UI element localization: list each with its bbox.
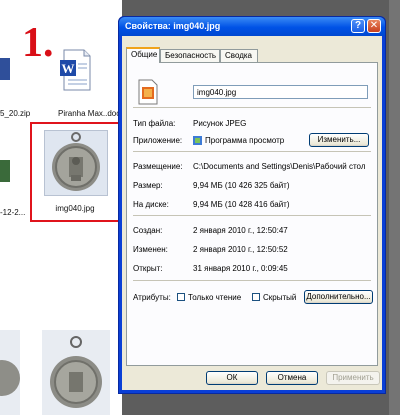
step-marker: 1.: [22, 20, 54, 66]
modified-value: 2 января 2010 г., 12:50:52: [193, 245, 288, 254]
ok-button[interactable]: ОК: [206, 371, 258, 385]
attributes-label: Атрибуты:: [133, 293, 171, 302]
separator: [133, 151, 371, 152]
file-label-doc[interactable]: Piranha Max..doc: [58, 109, 120, 118]
location-label: Размещение:: [133, 162, 183, 171]
hidden-checkbox[interactable]: [252, 293, 260, 301]
opened-value: 31 января 2010 г., 0:09:45: [193, 264, 288, 273]
tab-general[interactable]: Общие: [126, 47, 160, 63]
selected-file-item[interactable]: img040.jpg: [30, 122, 120, 222]
advanced-button[interactable]: Дополнительно...: [304, 290, 373, 304]
file-label-zip[interactable]: 5_20.zip: [0, 109, 30, 118]
separator: [133, 215, 371, 216]
created-value: 2 января 2010 г., 12:50:47: [193, 226, 288, 235]
image-thumbnail: [44, 130, 108, 196]
explorer-window: 5_20.zip 1. W Piranha Max..doc -12-2... …: [0, 0, 122, 415]
separator: [133, 280, 371, 281]
readonly-label[interactable]: Только чтение: [188, 293, 241, 302]
coin-image-icon: [52, 132, 100, 191]
close-button[interactable]: ✕: [367, 19, 381, 33]
file-name-field[interactable]: img040.jpg: [193, 85, 368, 99]
help-button[interactable]: ?: [351, 19, 365, 33]
bottom-thumbnails: [0, 330, 110, 415]
selected-file-label[interactable]: img040.jpg: [32, 204, 118, 213]
properties-dialog: Свойства: img040.jpg ? ✕ Общие Безопасно…: [118, 16, 386, 394]
tab-security[interactable]: Безопасность: [160, 49, 220, 62]
dialog-client: Общие Безопасность Сводка img040.jpg Тип…: [122, 36, 382, 390]
jpeg-file-icon: [138, 79, 158, 105]
general-panel: img040.jpg Тип файла: Рисунок JPEG Прило…: [126, 62, 378, 366]
location-value: C:\Documents and Settings\Denis\Рабочий …: [193, 162, 366, 171]
word-doc-icon[interactable]: W: [58, 48, 94, 92]
type-value: Рисунок JPEG: [193, 119, 247, 128]
app-value: Программа просмотр: [205, 136, 285, 145]
type-label: Тип файла:: [133, 119, 176, 128]
file-label-partial[interactable]: -12-2...: [0, 208, 25, 217]
size-label: Размер:: [133, 181, 163, 190]
file-icon-partial[interactable]: [0, 160, 10, 182]
tab-summary[interactable]: Сводка: [220, 49, 258, 62]
dialog-title: Свойства: img040.jpg: [125, 21, 221, 31]
separator: [133, 107, 371, 108]
modified-label: Изменен:: [133, 245, 168, 254]
opened-label: Открыт:: [133, 264, 163, 273]
cancel-button[interactable]: Отмена: [266, 371, 318, 385]
disk-size-value: 9,94 МБ (10 428 416 байт): [193, 200, 290, 209]
created-label: Создан:: [133, 226, 163, 235]
size-value: 9,94 МБ (10 426 325 байт): [193, 181, 290, 190]
viewer-app-icon: [193, 136, 202, 145]
file-icon-zip[interactable]: [0, 58, 10, 80]
hidden-label[interactable]: Скрытый: [263, 293, 296, 302]
apply-button[interactable]: Применить: [326, 371, 380, 385]
change-app-button[interactable]: Изменить...: [309, 133, 369, 147]
disk-size-label: На диске:: [133, 200, 169, 209]
app-label: Приложение:: [133, 136, 183, 145]
background-strip: [389, 0, 400, 415]
svg-text:W: W: [62, 61, 75, 76]
readonly-checkbox[interactable]: [177, 293, 185, 301]
dialog-titlebar[interactable]: Свойства: img040.jpg ? ✕: [119, 17, 385, 36]
